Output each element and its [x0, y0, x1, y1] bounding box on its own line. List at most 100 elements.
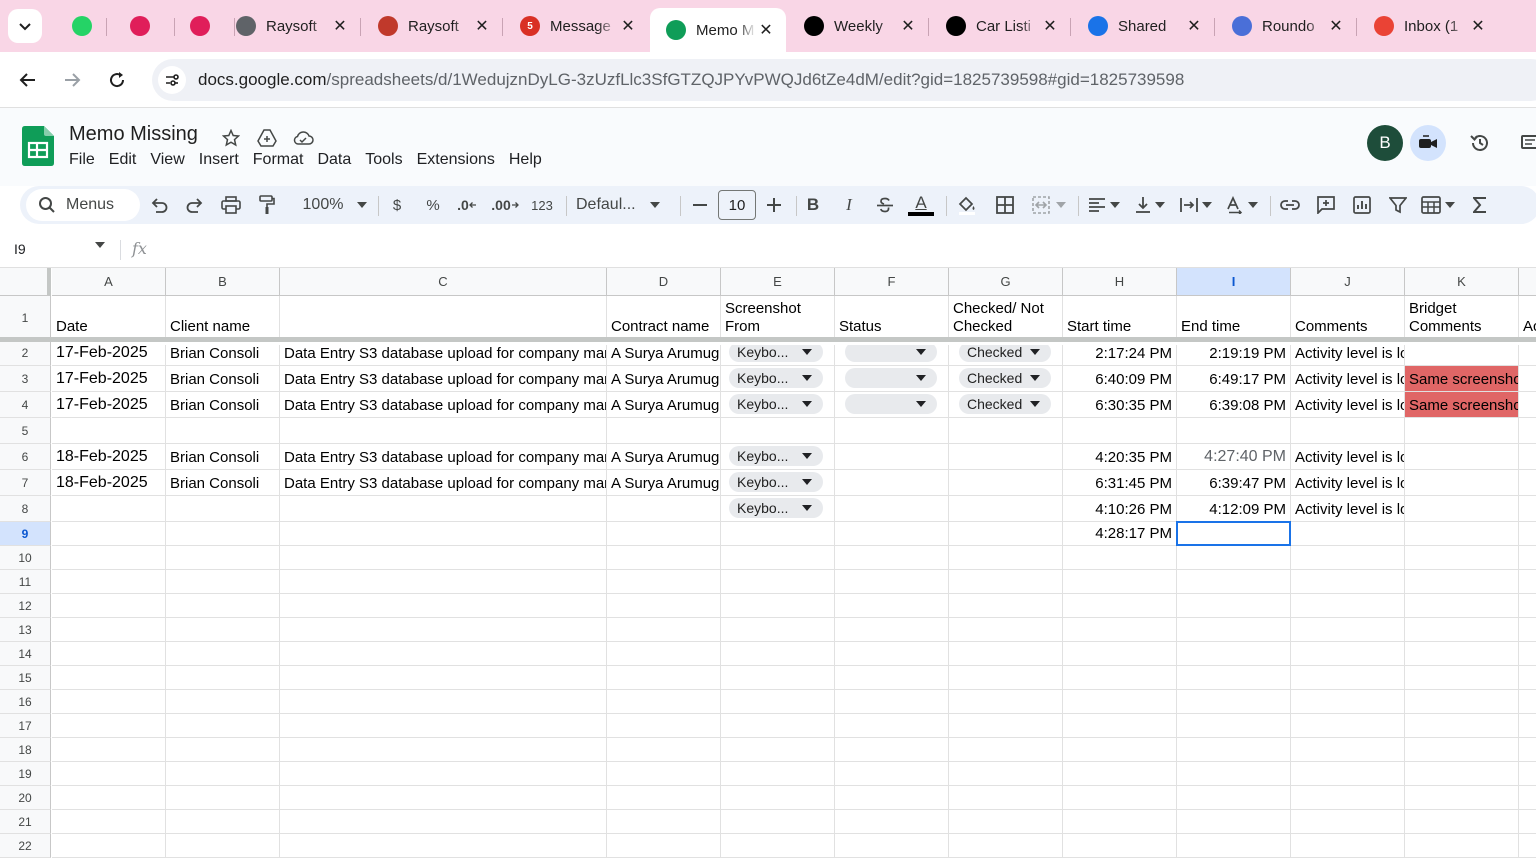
cell-e2[interactable]: Keybo...: [721, 345, 835, 366]
cell-a21[interactable]: [52, 810, 166, 834]
cell-c20[interactable]: [280, 786, 607, 810]
text-wrapping-button[interactable]: [1176, 186, 1216, 224]
column-header-b[interactable]: B: [166, 268, 280, 296]
cell-a17[interactable]: [52, 714, 166, 738]
cell-c9[interactable]: [280, 522, 607, 546]
insert-link-button[interactable]: [1278, 186, 1302, 224]
cell-e13[interactable]: [721, 618, 835, 642]
cell-c15[interactable]: [280, 666, 607, 690]
cell-c4[interactable]: Data Entry S3 database upload for compan…: [280, 392, 607, 418]
cell-h22[interactable]: [1063, 834, 1177, 858]
cell-f4[interactable]: [835, 392, 949, 418]
cell-b11[interactable]: [166, 570, 280, 594]
cell-g12[interactable]: [949, 594, 1063, 618]
row-header[interactable]: 15: [0, 666, 51, 690]
cell-h18[interactable]: [1063, 738, 1177, 762]
row-header[interactable]: 14: [0, 642, 51, 666]
cell-i13[interactable]: [1177, 618, 1291, 642]
decrease-decimal-button[interactable]: .0: [454, 186, 480, 224]
cell-a10[interactable]: [52, 546, 166, 570]
meet-button[interactable]: [1410, 125, 1446, 161]
cell-d6[interactable]: A Surya Arumug: [607, 444, 721, 470]
cell-j14[interactable]: [1291, 642, 1405, 666]
browser-tab[interactable]: Raysoft ✕: [220, 0, 360, 52]
cell-i8[interactable]: 4:12:09 PM: [1177, 496, 1291, 522]
cell-b5[interactable]: [166, 418, 280, 444]
forward-button[interactable]: [56, 64, 88, 96]
menu-view[interactable]: View: [150, 151, 184, 169]
cell-d16[interactable]: [607, 690, 721, 714]
cell-l11[interactable]: [1519, 570, 1536, 594]
italic-button[interactable]: I: [838, 186, 860, 224]
undo-button[interactable]: [146, 186, 172, 224]
text-rotation-button[interactable]: [1222, 186, 1262, 224]
cell-j20[interactable]: [1291, 786, 1405, 810]
cell-a8[interactable]: [52, 496, 166, 522]
browser-tab[interactable]: [114, 0, 174, 52]
cell-f2[interactable]: [835, 345, 949, 366]
cell-d19[interactable]: [607, 762, 721, 786]
cell-k7[interactable]: [1405, 470, 1519, 496]
cell-d17[interactable]: [607, 714, 721, 738]
cell-k20[interactable]: [1405, 786, 1519, 810]
header-cell[interactable]: Bridget Comments: [1405, 296, 1519, 340]
dropdown-chip[interactable]: Keybo...: [729, 394, 823, 414]
text-color-button[interactable]: A: [906, 186, 936, 224]
browser-tab[interactable]: Memo M ✕: [650, 8, 786, 52]
cell-c11[interactable]: [280, 570, 607, 594]
close-tab-icon[interactable]: ✕: [898, 16, 918, 36]
close-tab-icon[interactable]: ✕: [1184, 16, 1204, 36]
cell-k21[interactable]: [1405, 810, 1519, 834]
percent-format-button[interactable]: %: [422, 186, 444, 224]
cell-f11[interactable]: [835, 570, 949, 594]
cell-j8[interactable]: Activity level is lo: [1291, 496, 1405, 522]
cell-k18[interactable]: [1405, 738, 1519, 762]
cell-l2[interactable]: [1519, 345, 1536, 366]
number-format-button[interactable]: 123: [528, 186, 556, 224]
menu-help[interactable]: Help: [509, 151, 542, 169]
cell-i14[interactable]: [1177, 642, 1291, 666]
cell-f9[interactable]: [835, 522, 949, 546]
cell-d21[interactable]: [607, 810, 721, 834]
cell-c8[interactable]: [280, 496, 607, 522]
cell-b14[interactable]: [166, 642, 280, 666]
cell-l9[interactable]: [1519, 522, 1536, 546]
create-filter-button[interactable]: [1386, 186, 1410, 224]
cell-k3[interactable]: Same screenshot: [1405, 366, 1519, 392]
cell-i2[interactable]: 2:19:19 PM: [1177, 345, 1291, 366]
cell-g6[interactable]: [949, 444, 1063, 470]
cell-e11[interactable]: [721, 570, 835, 594]
cell-h7[interactable]: 6:31:45 PM: [1063, 470, 1177, 496]
cell-e4[interactable]: Keybo...: [721, 392, 835, 418]
cell-g20[interactable]: [949, 786, 1063, 810]
table-button[interactable]: [1418, 186, 1458, 224]
cell-b15[interactable]: [166, 666, 280, 690]
row-header[interactable]: 9: [0, 522, 51, 546]
cell-a3[interactable]: 17-Feb-2025: [52, 366, 166, 392]
cell-c21[interactable]: [280, 810, 607, 834]
cell-h16[interactable]: [1063, 690, 1177, 714]
cell-g4[interactable]: Checked: [949, 392, 1063, 418]
menu-insert[interactable]: Insert: [199, 151, 239, 169]
cell-i7[interactable]: 6:39:47 PM: [1177, 470, 1291, 496]
insert-chart-button[interactable]: [1350, 186, 1374, 224]
row-header[interactable]: 3: [0, 366, 51, 392]
cell-c19[interactable]: [280, 762, 607, 786]
browser-tab[interactable]: Car Listi ✕: [930, 0, 1070, 52]
row-header[interactable]: 16: [0, 690, 51, 714]
cell-g2[interactable]: Checked: [949, 345, 1063, 366]
cell-c10[interactable]: [280, 546, 607, 570]
cell-h17[interactable]: [1063, 714, 1177, 738]
cell-j11[interactable]: [1291, 570, 1405, 594]
cell-c13[interactable]: [280, 618, 607, 642]
cell-l13[interactable]: [1519, 618, 1536, 642]
close-tab-icon[interactable]: ✕: [330, 16, 350, 36]
column-header-a[interactable]: A: [52, 268, 166, 296]
cell-i20[interactable]: [1177, 786, 1291, 810]
cell-h20[interactable]: [1063, 786, 1177, 810]
cell-k12[interactable]: [1405, 594, 1519, 618]
currency-format-button[interactable]: $: [386, 186, 408, 224]
cell-i21[interactable]: [1177, 810, 1291, 834]
column-header-f[interactable]: F: [835, 268, 949, 296]
browser-tab[interactable]: 5 Message ✕: [504, 0, 648, 52]
